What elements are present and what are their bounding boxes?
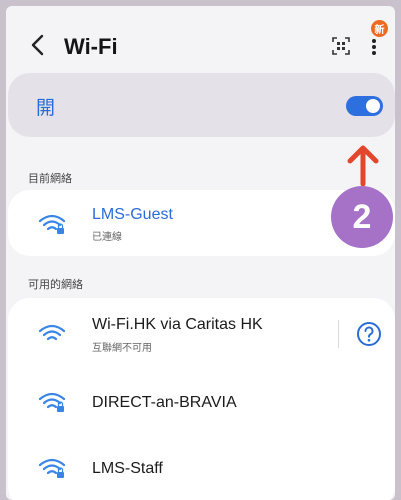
toggle-knob (366, 99, 380, 113)
wifi-lock-icon (38, 392, 66, 412)
new-badge: 新 (371, 20, 388, 37)
network-item[interactable]: LMS-Staff (8, 436, 395, 500)
network-status: 互聯網不可用 (92, 343, 152, 354)
network-status: 已連線 (92, 232, 122, 243)
page-title: Wi-Fi (64, 34, 118, 59)
network-name: LMS-Staff (92, 460, 163, 477)
wifi-lock-icon (38, 214, 66, 234)
network-name: LMS-Guest (92, 206, 173, 223)
wifi-settings-panel: Wi-Fi 新 開 目前網絡 LMS-Guest 已連線 2 可用的網絡 Wi-… (6, 6, 395, 500)
network-item[interactable]: Wi-Fi.HK via Caritas HK 互聯網不可用 (8, 302, 395, 366)
header: Wi-Fi 新 (6, 6, 395, 80)
available-networks-section-label: 可用的網絡 (28, 278, 83, 291)
wifi-toggle-switch[interactable] (346, 96, 383, 116)
vertical-divider (338, 320, 339, 348)
available-networks-card: Wi-Fi.HK via Caritas HK 互聯網不可用 DIRECT-an… (8, 298, 395, 500)
qr-scan-icon[interactable] (331, 36, 351, 56)
step-number-badge: 2 (331, 186, 393, 248)
current-network-section-label: 目前網絡 (28, 172, 72, 185)
wifi-toggle-row[interactable]: 開 (8, 73, 395, 137)
red-arrow-icon (347, 145, 379, 186)
network-name: Wi-Fi.HK via Caritas HK (92, 316, 263, 333)
chevron-left-icon[interactable] (28, 32, 48, 58)
wifi-lock-icon (38, 458, 66, 478)
help-circle-icon[interactable] (356, 321, 382, 347)
wifi-toggle-label: 開 (36, 97, 56, 119)
network-name: DIRECT-an-BRAVIA (92, 394, 237, 411)
wifi-icon (38, 324, 66, 341)
network-item[interactable]: DIRECT-an-BRAVIA (8, 370, 395, 434)
